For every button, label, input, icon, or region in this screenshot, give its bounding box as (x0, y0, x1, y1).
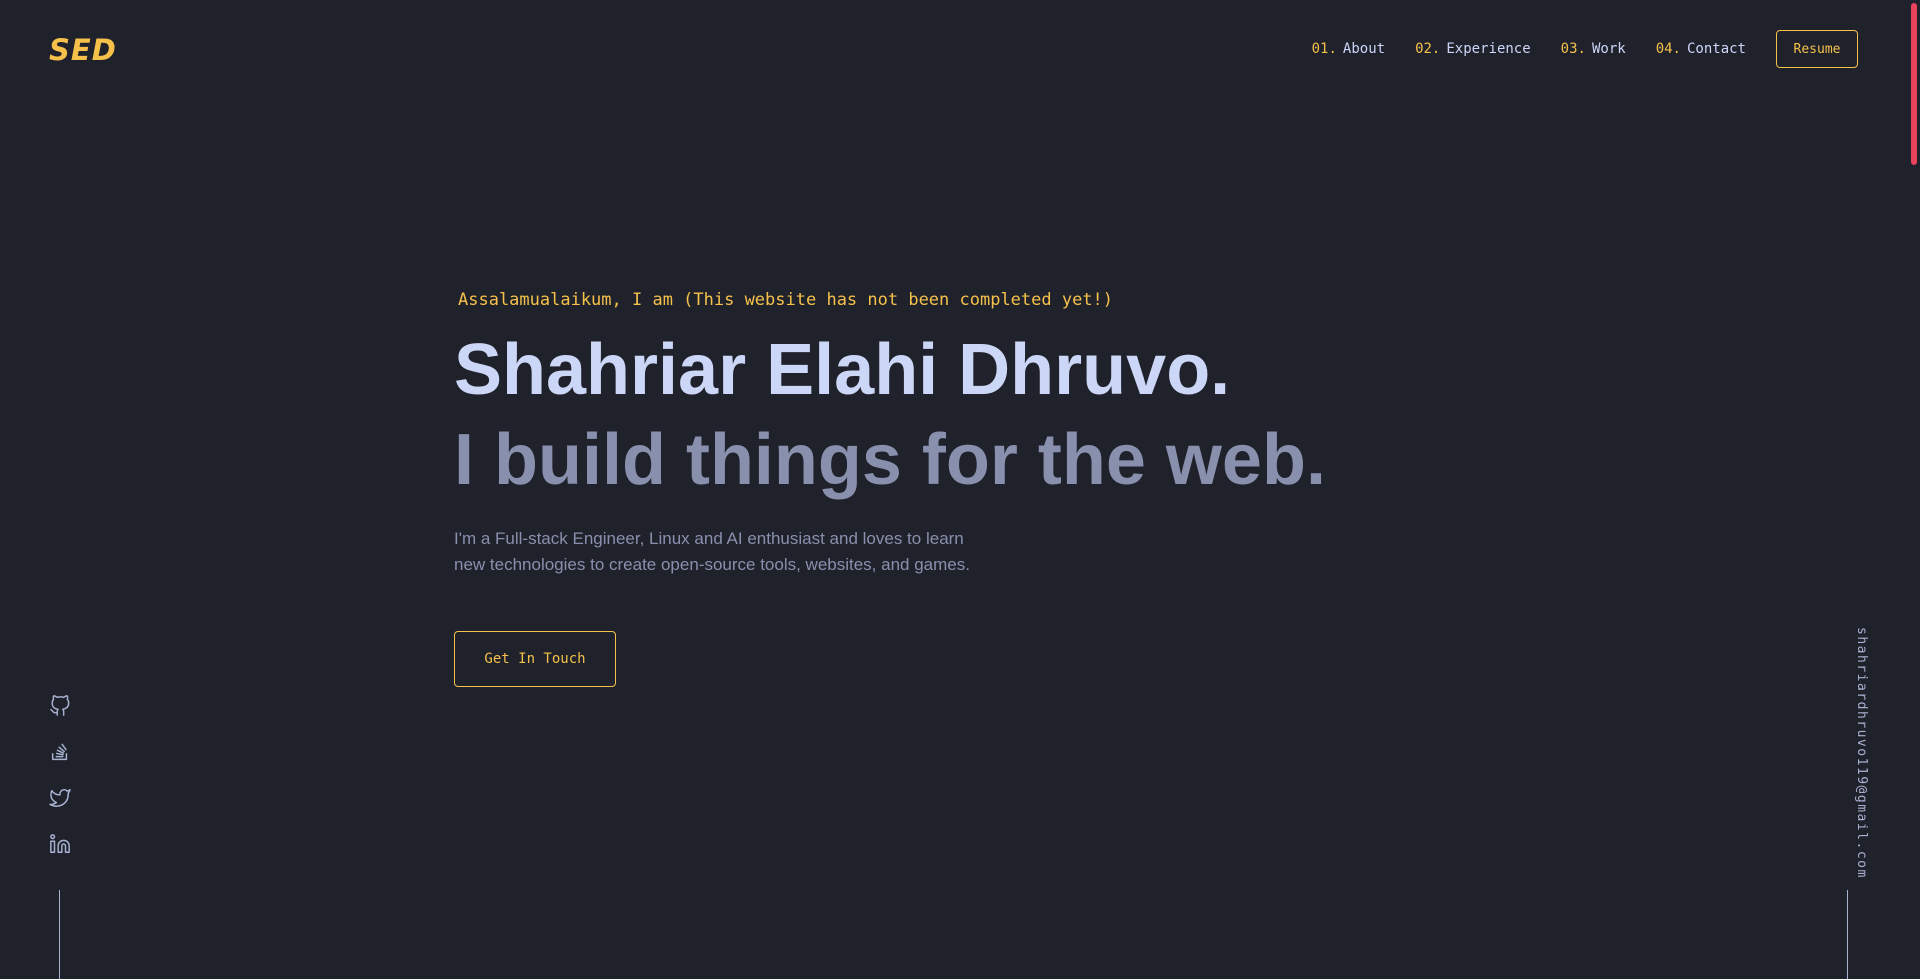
nav-label: Contact (1686, 41, 1746, 57)
nav-label: About (1342, 41, 1386, 57)
nav-item-contact[interactable]: 04. Contact (1656, 41, 1746, 57)
nav-item-about[interactable]: 01. About (1312, 41, 1385, 57)
nav-label: Experience (1446, 41, 1531, 57)
nav-label: Work (1591, 41, 1626, 57)
email-link[interactable]: shahriardhruvo119@gmail.com (1854, 627, 1869, 879)
left-vertical-line (59, 890, 60, 979)
resume-button[interactable]: Resume (1776, 30, 1858, 68)
hero-greeting: Assalamualaikum, I am (This website has … (458, 290, 1114, 310)
stackoverflow-icon[interactable] (48, 740, 72, 764)
scrollbar[interactable] (1906, 0, 1920, 979)
nav-number: 02. (1415, 41, 1441, 57)
hero-tagline: I build things for the web. (454, 420, 1326, 500)
main-nav: 01. About 02. Experience 03. Work 04. Co… (1282, 30, 1858, 68)
right-vertical-line (1847, 890, 1848, 979)
logo[interactable]: SED (49, 33, 117, 67)
twitter-icon[interactable] (48, 786, 72, 810)
get-in-touch-button[interactable]: Get In Touch (454, 631, 616, 687)
nav-number: 01. (1311, 41, 1337, 57)
nav-item-work[interactable]: 03. Work (1561, 41, 1626, 57)
github-icon[interactable] (48, 694, 72, 718)
hero-description: I'm a Full-stack Engineer, Linux and AI … (454, 529, 970, 574)
nav-number: 04. (1655, 41, 1681, 57)
social-links (48, 694, 72, 878)
nav-item-experience[interactable]: 02. Experience (1415, 41, 1531, 57)
linkedin-icon[interactable] (48, 832, 72, 856)
hero-name: Shahriar Elahi Dhruvo. (454, 330, 1231, 410)
scrollbar-thumb[interactable] (1911, 3, 1917, 165)
nav-number: 03. (1560, 41, 1586, 57)
